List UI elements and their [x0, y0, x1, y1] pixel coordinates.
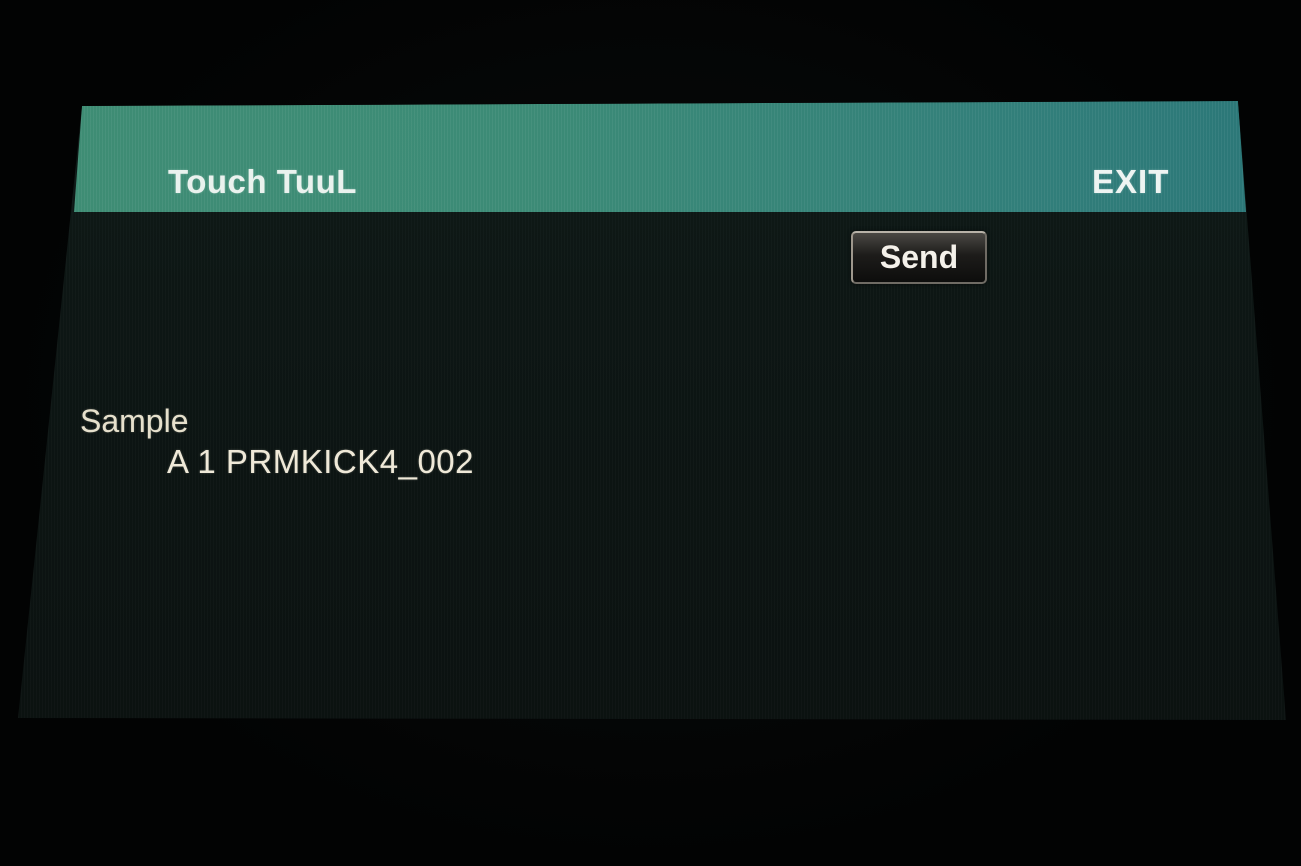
exit-button[interactable]: EXIT [1092, 163, 1169, 201]
device-photo: Touch TuuL EXIT Send Sample A 1 PRMKICK4… [0, 0, 1301, 866]
sample-value[interactable]: A 1 PRMKICK4_002 [167, 443, 474, 481]
display-screen: Touch TuuL EXIT Send Sample A 1 PRMKICK4… [18, 101, 1286, 720]
parameter-label: Sample [80, 403, 189, 439]
page-title: Touch TuuL [168, 163, 357, 200]
send-button[interactable]: Send [851, 231, 987, 284]
